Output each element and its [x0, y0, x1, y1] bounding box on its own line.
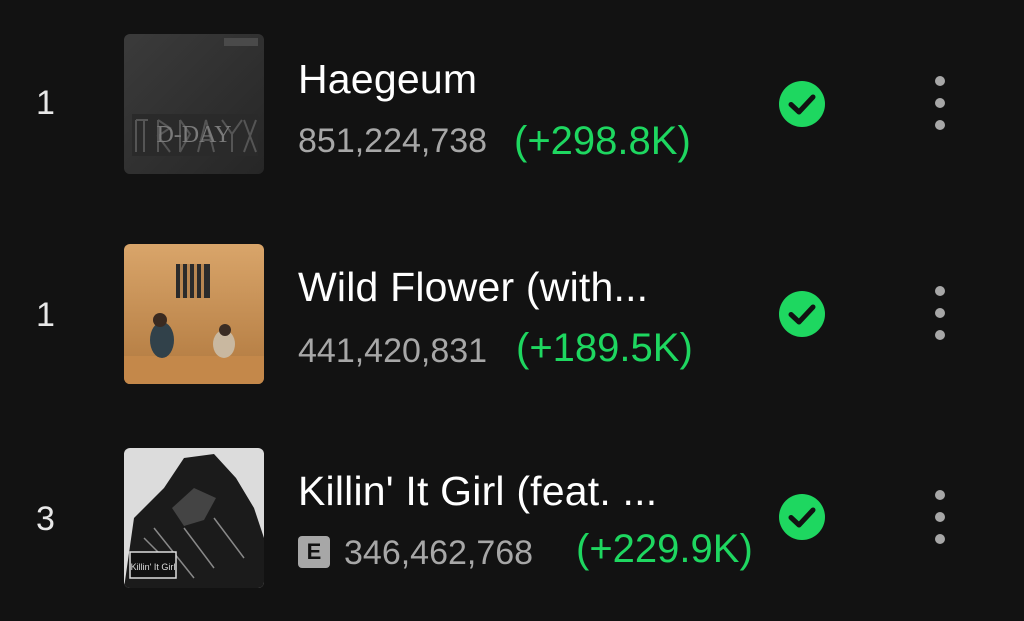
cover-logo-text: Killin' It Girl: [131, 562, 176, 572]
cover-logo-text: D-DAY: [156, 122, 231, 148]
play-count-delta: (+298.8K): [514, 119, 691, 163]
play-count: 441,420,831: [298, 332, 488, 370]
track-rank: 1: [36, 296, 55, 334]
play-count-delta: (+229.9K): [576, 527, 753, 571]
play-count: 851,224,738: [298, 122, 488, 160]
track-row[interactable]: 1 Wild Flower (with... 441,420,831 (+189…: [0, 244, 1024, 384]
play-count-delta: (+189.5K): [516, 326, 693, 370]
track-rank: 3: [36, 500, 55, 538]
explicit-badge: E: [298, 536, 330, 568]
track-rank: 1: [36, 84, 55, 122]
play-count: 346,462,768: [344, 534, 534, 572]
track-title: Haegeum: [298, 56, 478, 102]
album-cover: D-DAY: [124, 34, 264, 174]
more-vertical-icon[interactable]: [930, 490, 950, 550]
track-row[interactable]: 1 D-DAY Haegeum 851,224,738 (+298.8K): [0, 34, 1024, 174]
track-list: 1 D-DAY Haegeum 851,224,738 (+298.8K) 1 …: [0, 0, 1024, 621]
check-circle-icon: [779, 291, 825, 337]
album-cover: Killin' It Girl: [124, 448, 264, 588]
check-circle-icon: [779, 81, 825, 127]
album-cover: [124, 244, 264, 384]
more-vertical-icon[interactable]: [930, 286, 950, 346]
more-vertical-icon[interactable]: [930, 76, 950, 136]
track-row[interactable]: 3 Killin' It Girl Killin' It Girl (feat.…: [0, 448, 1024, 588]
track-title: Killin' It Girl (feat. ...: [298, 468, 658, 514]
track-title: Wild Flower (with...: [298, 264, 649, 310]
check-circle-icon: [779, 494, 825, 540]
